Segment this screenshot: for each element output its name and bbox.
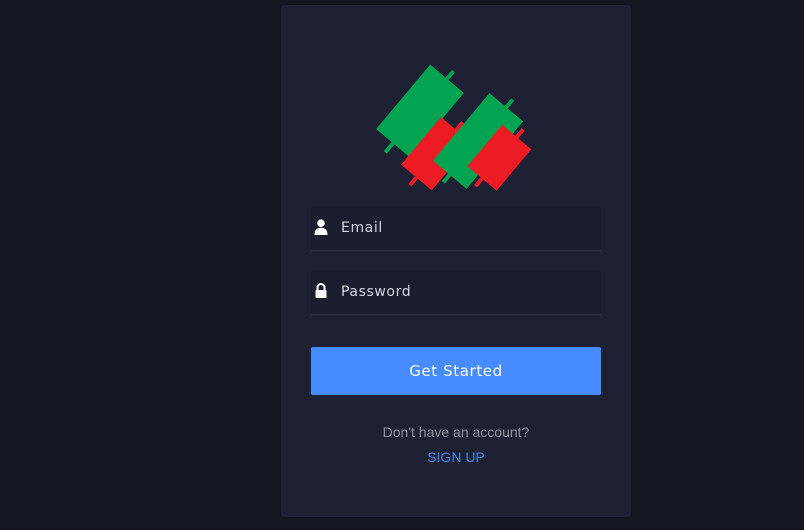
lock-icon	[315, 283, 327, 298]
user-icon	[314, 219, 328, 235]
password-field	[311, 270, 601, 315]
email-input[interactable]	[341, 206, 596, 250]
password-input[interactable]	[341, 270, 596, 314]
login-card: Get Started Don't have an account? SIGN …	[281, 5, 631, 517]
sign-up-link[interactable]: SIGN UP	[281, 449, 631, 465]
get-started-button[interactable]: Get Started	[311, 347, 601, 395]
no-account-prompt: Don't have an account?	[382, 424, 530, 440]
candlestick-logo	[376, 64, 532, 191]
email-field	[311, 206, 601, 251]
